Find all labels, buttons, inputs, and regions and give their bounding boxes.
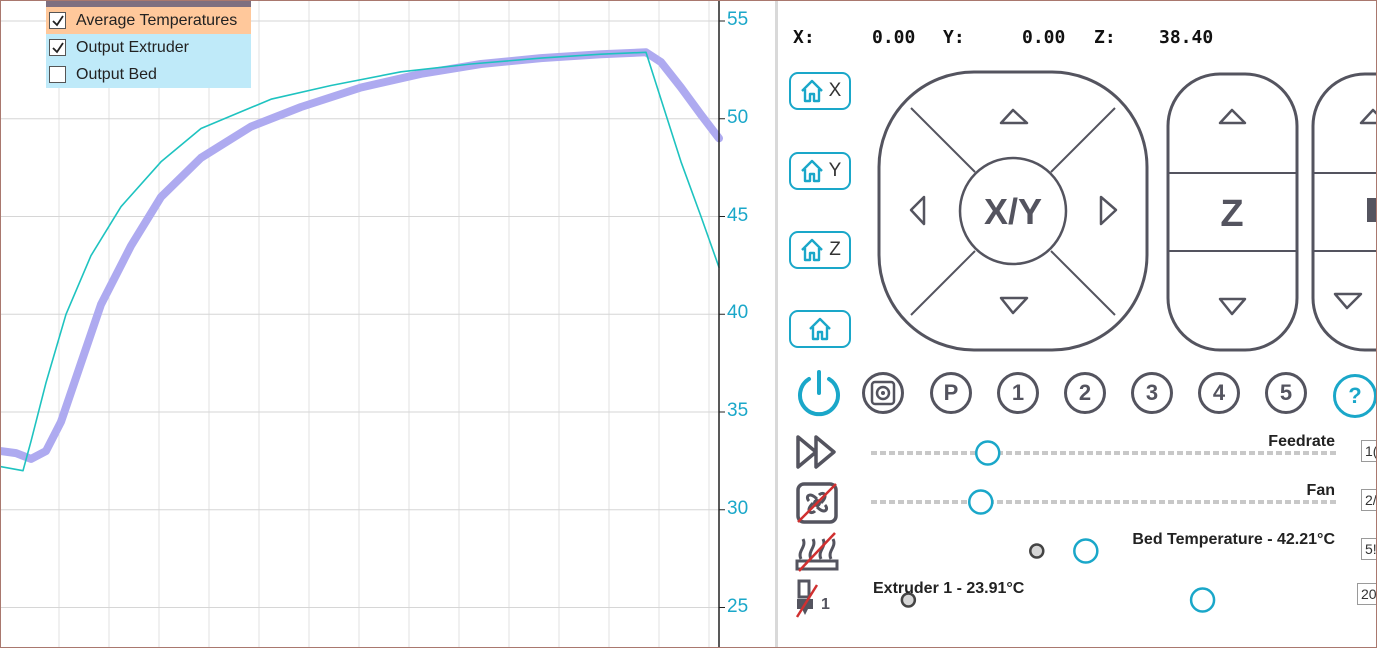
chart-legend: Average Temperatures Output Extruder Out… (46, 1, 251, 88)
y-tick-label: 45 (727, 204, 749, 226)
feedrate-label: Feedrate (1268, 433, 1335, 450)
y-tick-label: 30 (727, 497, 749, 519)
y-tick-label: 55 (727, 9, 749, 30)
extruder-target-input[interactable]: 20 (1357, 583, 1376, 605)
fan-slider-handle[interactable] (967, 489, 994, 515)
slider-tracks (871, 440, 1338, 613)
legend-label: Output Bed (76, 65, 157, 83)
legend-label: Output Extruder (76, 38, 189, 56)
fan-label: Fan (1306, 482, 1335, 499)
check-icon (51, 15, 64, 26)
bed-target-input[interactable]: 5! (1361, 538, 1376, 560)
y-tick-label: 50 (727, 106, 749, 128)
extruder-temperature-label: Extruder 1 - 23.91°C (873, 580, 1025, 597)
output-bed-checkbox[interactable] (49, 66, 66, 83)
legend-label: Average Temperatures (76, 11, 238, 29)
fan-value-input[interactable]: 2/ (1361, 489, 1376, 511)
average-temperatures-checkbox[interactable] (49, 12, 66, 29)
bed-slider-handle[interactable] (1073, 538, 1099, 564)
legend-item-output-bed[interactable]: Output Bed (46, 61, 251, 88)
bed-temperature-label: Bed Temperature - 42.21°C (1132, 531, 1335, 548)
y-tick-label: 40 (727, 302, 749, 324)
chart-canvas (1, 1, 725, 647)
bed-current-marker (1029, 543, 1045, 559)
feedrate-value-input[interactable]: 1( (1361, 440, 1376, 462)
output-extruder-checkbox[interactable] (49, 39, 66, 56)
extruder1-slider-handle[interactable] (1189, 587, 1216, 613)
check-icon (51, 42, 64, 53)
legend-item-average-temperatures[interactable]: Average Temperatures (46, 7, 251, 34)
y-tick-label: 25 (727, 595, 749, 617)
printer-control-panel: X: 0.00 Y: 0.00 Z: 38.40 X Y Z X/Y Z P 1… (778, 1, 1376, 647)
y-tick-label: 35 (727, 400, 749, 421)
legend-item-output-extruder[interactable]: Output Extruder (46, 34, 251, 61)
feedrate-slider-handle[interactable] (975, 440, 1001, 466)
temperature-chart: 55 50 45 40 35 30 25 Average Temperatures Outp… (1, 1, 774, 647)
